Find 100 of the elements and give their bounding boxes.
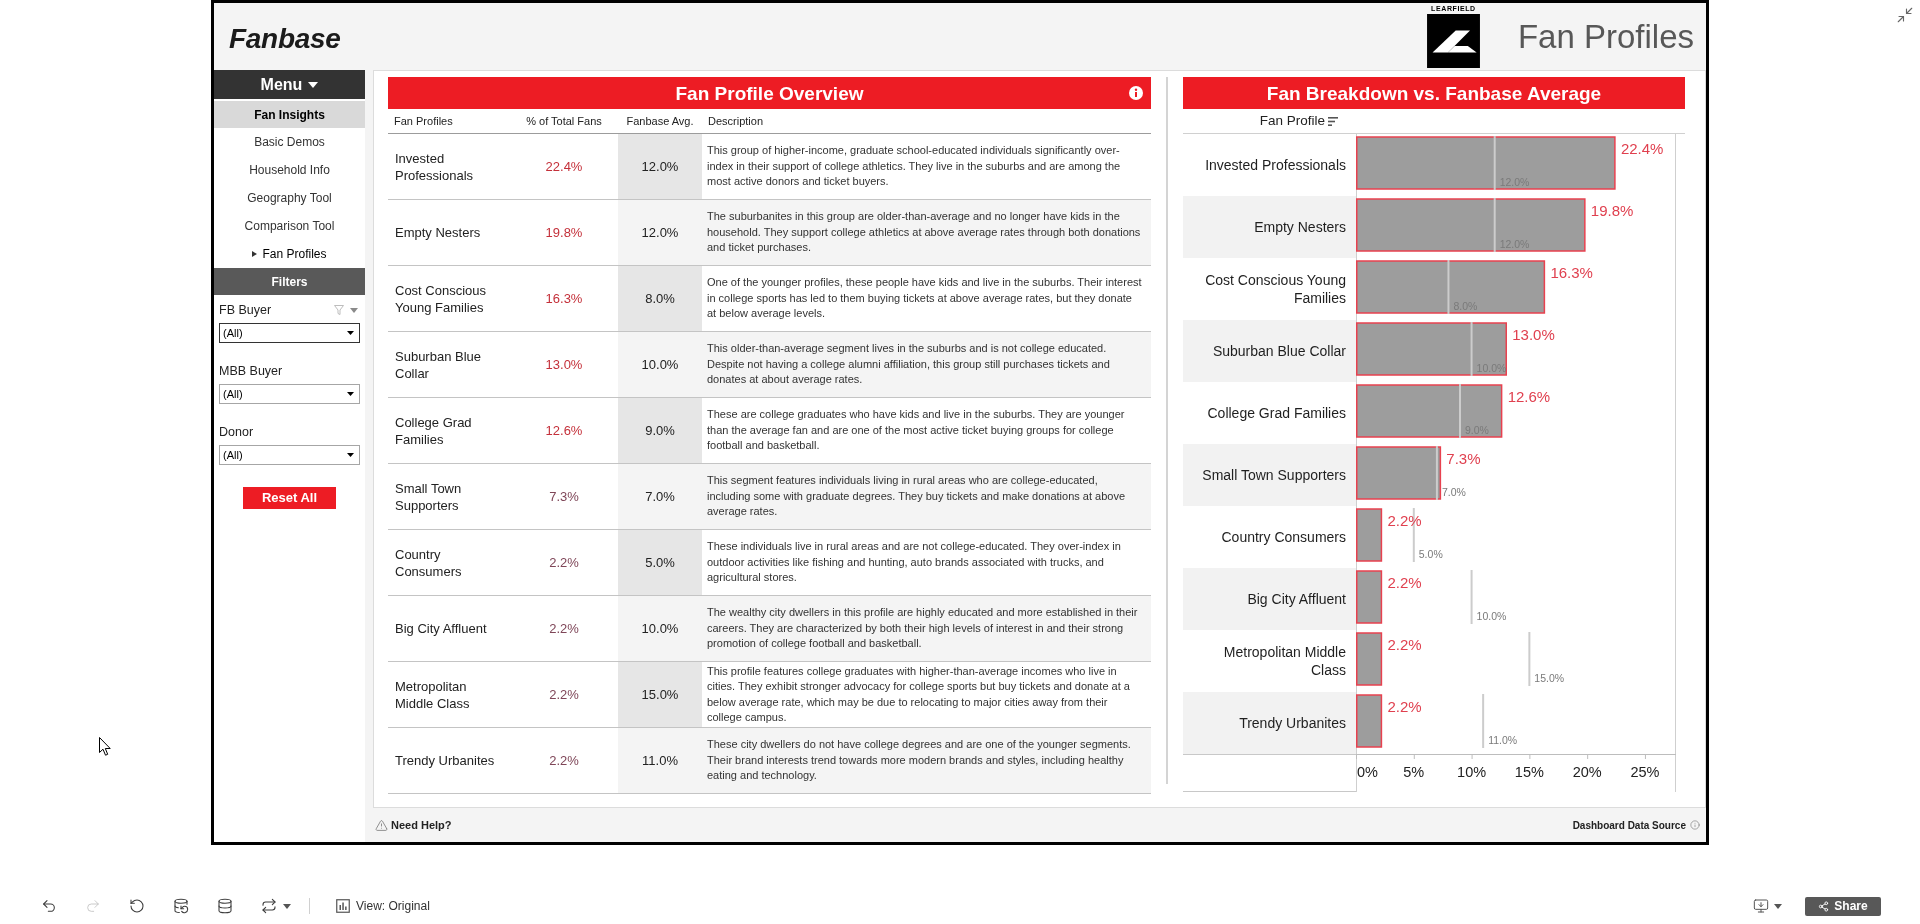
value-label: 2.2%: [1387, 512, 1422, 529]
chart-title: Fan Breakdown vs. Fanbase Average: [1266, 83, 1602, 103]
category-label: Big City Affluent: [1247, 590, 1346, 608]
category-label: College Grad Families: [1207, 404, 1346, 422]
description-cell-text: This group of higher-income, graduate school-educated individuals significantly over-index in their support of college athletics. They live in the suburbs and are among the most active donors and ticket buyers.: [706, 143, 1122, 190]
category-label: Small Town Supporters: [1202, 466, 1346, 484]
caret-icon: [347, 453, 354, 457]
fan-share-bar: [1356, 632, 1383, 686]
category-label: Cost Conscious Young Families: [1204, 271, 1346, 307]
share-button[interactable]: Share: [1805, 896, 1881, 916]
fanbase-average-cell: 5.0%: [618, 530, 702, 595]
fan-share-value: 22.4%: [545, 157, 583, 176]
fanbase-average-cell: 15.0%: [618, 662, 702, 727]
filter-label: FB Buyer: [219, 301, 272, 319]
average-marker-line: [1447, 259, 1450, 315]
axis-tick-label: 15%: [1514, 764, 1544, 780]
profile-name: Trendy Urbanites: [395, 752, 495, 769]
value-label: 2.2%: [1387, 636, 1422, 653]
value-label: 22.4%: [1620, 140, 1664, 157]
profile-name: Suburban Blue Collar: [395, 347, 482, 382]
value-label: 2.2%: [1387, 574, 1422, 591]
profile-name: College Grad Families: [395, 413, 473, 448]
exit-fullscreen-icon[interactable]: [1896, 6, 1914, 24]
description-cell-text: These individuals live in rural areas and are not college-educated. They over-index in outdoor activities like fishing and hunting, auto brands associated with trucks, and agricultural stores.: [706, 539, 1122, 586]
fan-share-value: 2.2%: [549, 619, 579, 638]
sort-icon[interactable]: [1328, 116, 1338, 126]
value-label: 13.0%: [1512, 326, 1555, 343]
menu-item[interactable]: Comparison Tool: [214, 212, 365, 240]
description-cell: This segment features individuals living in rural areas who are college-educated, including some with graduate degrees. They buy tickets and make donations at above average rates.: [702, 464, 1151, 529]
page-title: Fan Profiles: [1517, 20, 1694, 53]
average-label: 11.0%: [1488, 734, 1518, 746]
fan-share-value: 2.2%: [549, 685, 579, 704]
menu-item[interactable]: Basic Demos: [214, 128, 365, 156]
logo-icon: [1426, 14, 1480, 68]
help-link[interactable]: Need Help?: [391, 816, 452, 834]
fan-share-bar: [1356, 694, 1383, 748]
fan-share-value: 12.6%: [545, 421, 583, 440]
axis-title: Fan Profile: [1259, 111, 1325, 130]
average-label: 7.0%: [1441, 486, 1466, 498]
caret-icon: [283, 903, 291, 909]
mouse-pointer-icon: [99, 737, 111, 756]
average-label: 15.0%: [1534, 672, 1565, 684]
fan-share-value: 2.2%: [549, 751, 579, 770]
filter-label: MBB Buyer: [219, 362, 283, 380]
fanbase-average-cell: 10.0%: [618, 332, 702, 397]
menu-item[interactable]: Fan Profiles: [214, 240, 365, 268]
average-marker-line: [1528, 631, 1531, 687]
column-header: Fanbase Avg.: [626, 113, 694, 129]
category-label: Trendy Urbanites: [1239, 714, 1346, 732]
menu-item[interactable]: Household Info: [214, 156, 365, 184]
filter-dropdown[interactable]: (All): [219, 323, 360, 343]
fan-share-bar: [1356, 570, 1383, 624]
caret-icon: [1774, 903, 1782, 909]
fanbase-average-cell: 11.0%: [618, 728, 702, 793]
description-cell-text: One of the younger profiles, these people have kids and live in the suburbs. Their interest in college sports has led to them buying tickets at above average rates, but they donate at below average levels.: [706, 275, 1143, 322]
average-marker-line: [1435, 445, 1438, 501]
description-cell: The suburbanites in this group are older-than-average and no longer have kids in the household. They support college athletics at above average rates through both donations and ticket purchases.: [702, 200, 1151, 265]
fanbase-average-cell: 10.0%: [618, 596, 702, 661]
value-label: 12.6%: [1507, 388, 1551, 405]
profile-name: Big City Affluent: [395, 620, 487, 637]
table-title: Fan Profile Overview: [675, 83, 864, 103]
axis-tick-label: 20%: [1572, 764, 1602, 780]
average-marker-line: [1459, 383, 1461, 439]
fan-share-value: 13.0%: [545, 355, 583, 374]
fan-share-value: 7.3%: [549, 487, 579, 506]
category-label: Empty Nesters: [1254, 218, 1346, 236]
filters-header: Filters: [214, 268, 365, 295]
average-marker-line: [1470, 321, 1473, 377]
column-header: % of Total Fans: [526, 113, 602, 129]
download-icon: [1753, 898, 1769, 914]
filter-dropdown[interactable]: (All): [219, 445, 360, 465]
profile-name: Cost Conscious Young Families: [395, 281, 488, 316]
category-label: Metropolitan Middle Class: [1222, 643, 1346, 679]
category-label: Country Consumers: [1221, 528, 1346, 546]
reset-button[interactable]: Reset All: [243, 487, 336, 509]
fan-share-value: 16.3%: [545, 289, 583, 308]
description-cell-text: These are college graduates who have kids and live in the suburbs. They are younger than the average fan and are one of the most active ticket buying groups for college football and basketball.: [706, 407, 1126, 454]
triangle-icon: [252, 251, 258, 257]
average-label: 10.0%: [1476, 610, 1507, 622]
average-label: 5.0%: [1418, 548, 1443, 560]
info-icon[interactable]: [1129, 86, 1143, 100]
average-label: 10.0%: [1476, 362, 1507, 374]
menu-section-header: Fan Insights: [214, 101, 365, 128]
caret-icon: [347, 392, 354, 396]
caret-icon: [308, 81, 319, 88]
menu-button[interactable]: Menu: [214, 70, 365, 99]
value-label: 2.2%: [1387, 698, 1422, 715]
caret-icon[interactable]: [350, 307, 358, 313]
profile-name: Small Town Supporters: [395, 479, 463, 514]
description-cell: The wealthy city dwellers in this profile are highly educated and more established in their careers. They are characterized by both their high levels of interest in and their strong promotion of college football and basketball.: [702, 596, 1151, 661]
menu-item[interactable]: Geography Tool: [214, 184, 365, 212]
description-cell: These city dwellers do not have college degrees and are one of the younger segments. Their brand interests trend towards more modern brands and styles, including healthy eating and technology.: [702, 728, 1151, 793]
category-label: Suburban Blue Collar: [1212, 342, 1346, 360]
average-marker-line: [1470, 569, 1473, 625]
axis-tick-label: 5%: [1403, 764, 1425, 780]
average-marker-line: [1482, 693, 1485, 749]
view-button[interactable]: View: Original: [336, 894, 430, 918]
data-source-link[interactable]: Dashboard Data Source: [1572, 817, 1686, 833]
fan-share-value: 19.8%: [545, 223, 583, 242]
filter-dropdown[interactable]: (All): [219, 384, 360, 404]
